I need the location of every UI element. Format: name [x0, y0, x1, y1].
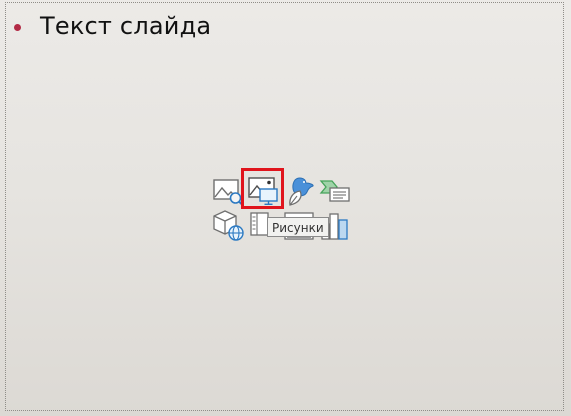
3d-models-icon[interactable] — [211, 208, 245, 242]
smartart-icon[interactable] — [318, 174, 352, 208]
pictures-highlight-frame — [241, 168, 284, 209]
stock-images-icon[interactable] — [211, 174, 245, 208]
pictures-tooltip: Рисунки — [267, 217, 329, 237]
bullet-dot — [14, 23, 21, 31]
icons-icon[interactable] — [283, 174, 317, 208]
slide: Текст слайда Рисунки — [0, 0, 571, 416]
slide-body-text[interactable]: Текст слайда — [40, 14, 211, 38]
bullet-item[interactable]: Текст слайда — [14, 14, 211, 38]
